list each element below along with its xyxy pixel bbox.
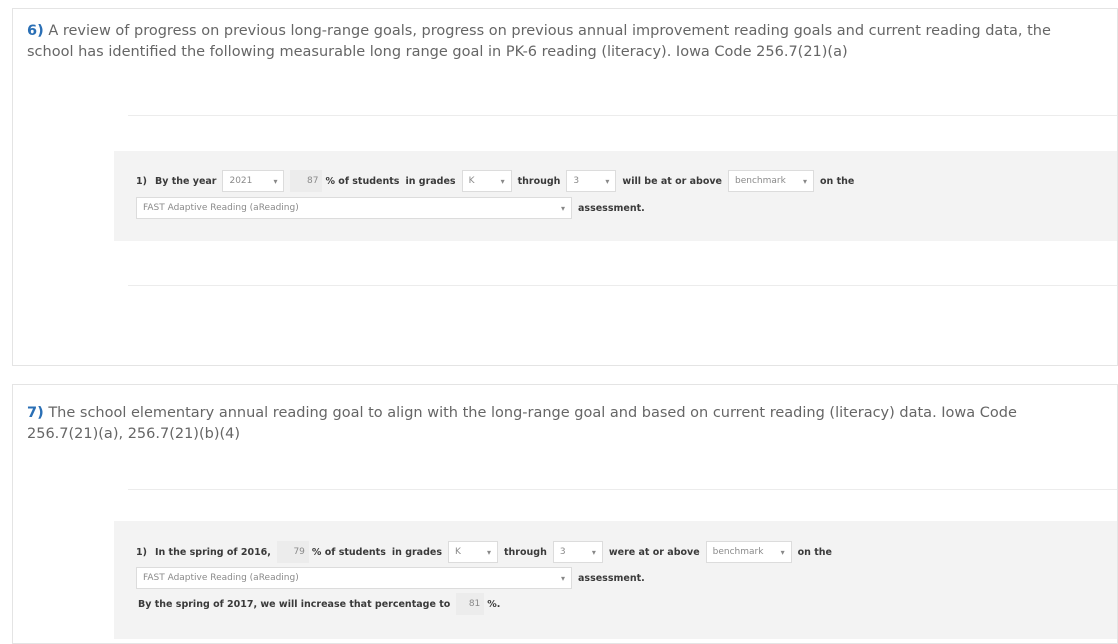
assessment-label: assessment. xyxy=(578,202,645,214)
year-select[interactable]: 2021 ▾ xyxy=(222,170,285,192)
grade-from-value: K xyxy=(455,547,461,557)
assessment-value: FAST Adaptive Reading (aReading) xyxy=(143,573,299,583)
pct-students-label: % of students xyxy=(311,546,386,558)
goal-row-2: FAST Adaptive Reading (aReading) ▾ asses… xyxy=(136,197,651,219)
caret-down-icon: ▾ xyxy=(780,547,785,557)
question-7-panel: 7) The school elementary annual reading … xyxy=(12,384,1118,644)
caret-down-icon: ▾ xyxy=(500,176,505,186)
assessment-select[interactable]: FAST Adaptive Reading (aReading) ▾ xyxy=(136,567,572,589)
at-above-label: will be at or above xyxy=(622,175,722,187)
in-grades-label: in grades xyxy=(391,546,442,558)
question-6-prompt: A review of progress on previous long-ra… xyxy=(27,23,1051,60)
pct-students-label: % of students xyxy=(325,175,400,187)
target-percent-input[interactable]: 81 xyxy=(456,593,485,615)
caret-down-icon: ▾ xyxy=(560,203,565,213)
grade-to-value: 3 xyxy=(573,176,580,186)
goal-row-1: 1) By the year 2021 ▾ 87 % of students i… xyxy=(136,170,860,192)
goal-row-2: FAST Adaptive Reading (aReading) ▾ asses… xyxy=(136,567,651,589)
at-above-label: were at or above xyxy=(608,546,700,558)
long-range-goal-box: 1) By the year 2021 ▾ 87 % of students i… xyxy=(114,151,1117,241)
grade-to-select[interactable]: 3 ▾ xyxy=(566,170,617,192)
grade-from-select[interactable]: K ▾ xyxy=(461,170,512,192)
year-value: 2021 xyxy=(229,176,253,186)
question-6-panel: 6) A review of progress on previous long… xyxy=(12,8,1118,366)
question-6-number: 6) xyxy=(27,23,44,39)
annual-goal-box: 1) In the spring of 2016, 79 % of studen… xyxy=(114,521,1117,639)
goal-row-1: 1) In the spring of 2016, 79 % of studen… xyxy=(136,541,838,563)
assessment-label: assessment. xyxy=(578,572,645,584)
level-select[interactable]: benchmark ▾ xyxy=(705,541,792,563)
question-7-prompt: The school elementary annual reading goa… xyxy=(27,405,1017,442)
assessment-value: FAST Adaptive Reading (aReading) xyxy=(143,203,299,213)
caret-down-icon: ▾ xyxy=(591,547,596,557)
goal-row-3: By the spring of 2017, we will increase … xyxy=(136,593,506,615)
question-7-text: 7) The school elementary annual reading … xyxy=(27,403,1077,445)
level-value: benchmark xyxy=(734,176,786,186)
through-label: through xyxy=(504,546,547,558)
percent-input[interactable]: 87 xyxy=(290,170,323,192)
by-year-label: By the year xyxy=(154,175,217,187)
through-label: through xyxy=(517,175,561,187)
on-the-label: on the xyxy=(797,546,833,558)
grade-from-select[interactable]: K ▾ xyxy=(448,541,498,563)
level-select[interactable]: benchmark ▾ xyxy=(727,170,814,192)
on-the-label: on the xyxy=(819,175,855,187)
spring-label: In the spring of 2016, xyxy=(154,546,271,558)
assessment-select[interactable]: FAST Adaptive Reading (aReading) ▾ xyxy=(136,197,572,219)
target-suffix: %. xyxy=(487,598,501,610)
caret-down-icon: ▾ xyxy=(486,547,491,557)
grade-to-value: 3 xyxy=(559,547,566,557)
percent-input[interactable]: 79 xyxy=(276,541,309,563)
divider xyxy=(128,285,1117,286)
level-value: benchmark xyxy=(712,547,764,557)
in-grades-label: in grades xyxy=(405,175,456,187)
question-7-number: 7) xyxy=(27,405,44,421)
caret-down-icon: ▾ xyxy=(802,176,807,186)
goal-index: 1) xyxy=(136,175,147,187)
increase-label: By the spring of 2017, we will increase … xyxy=(138,598,451,610)
grade-to-select[interactable]: 3 ▾ xyxy=(552,541,603,563)
caret-down-icon: ▾ xyxy=(273,176,278,186)
divider xyxy=(128,115,1117,116)
grade-from-value: K xyxy=(468,176,475,186)
goal-index: 1) xyxy=(136,546,147,558)
divider xyxy=(128,489,1117,490)
caret-down-icon: ▾ xyxy=(605,176,610,186)
caret-down-icon: ▾ xyxy=(560,573,565,583)
question-6-text: 6) A review of progress on previous long… xyxy=(27,21,1077,63)
